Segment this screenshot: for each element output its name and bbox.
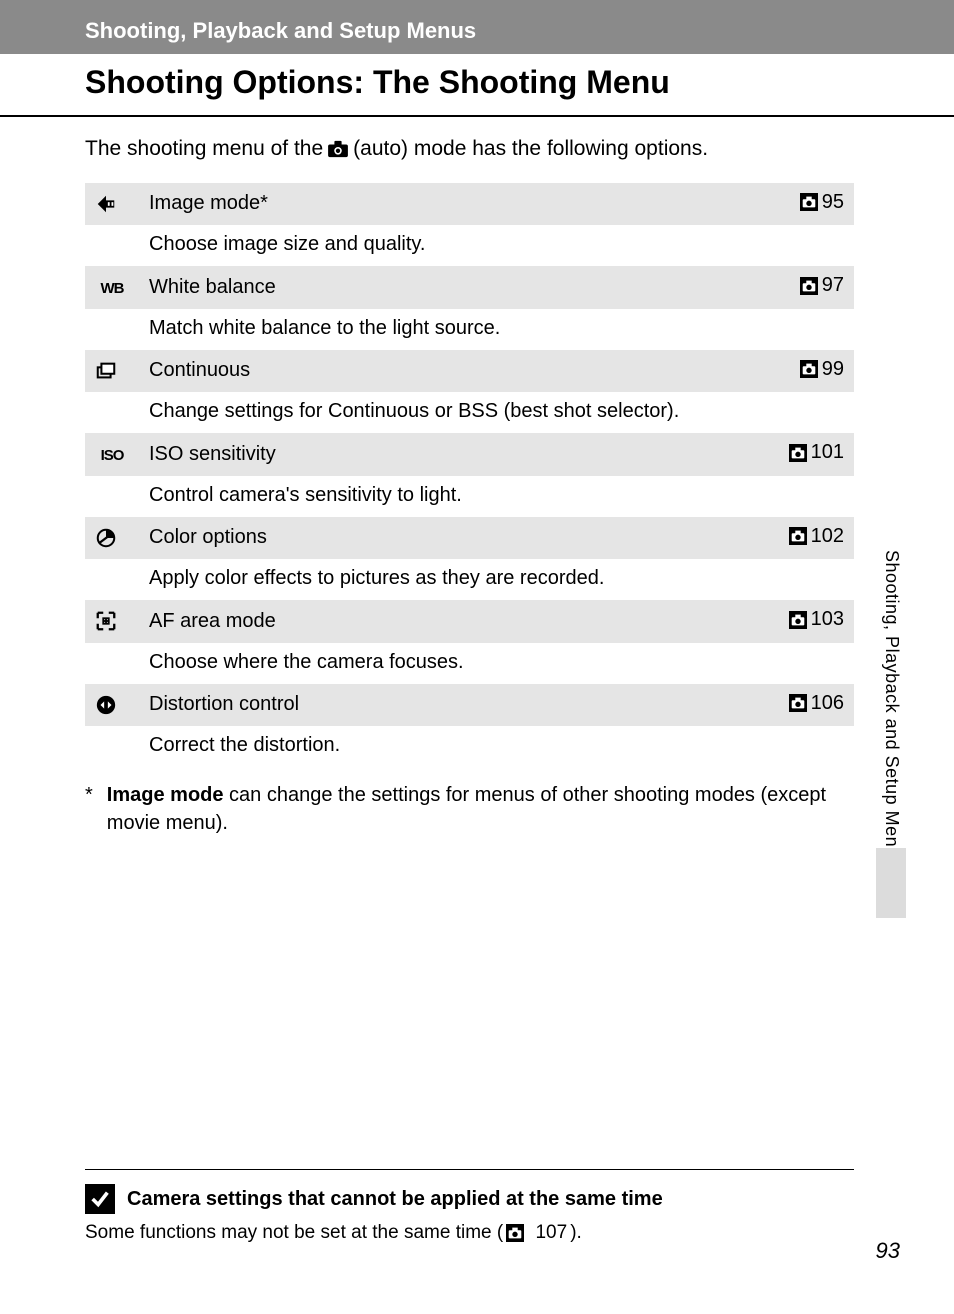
option-row: ISOISO sensitivity 101 xyxy=(85,433,854,476)
footnote: * Image mode can change the settings for… xyxy=(85,781,854,837)
note-before: Some functions may not be set at the sam… xyxy=(85,1222,503,1244)
page-title: Shooting Options: The Shooting Menu xyxy=(0,54,954,117)
continuous-icon xyxy=(85,350,139,393)
option-page: 106 xyxy=(811,692,844,715)
option-label: White balance xyxy=(139,266,764,309)
option-page-ref: 106 xyxy=(764,684,854,727)
option-label: Continuous xyxy=(139,350,764,393)
page-ref-icon xyxy=(789,694,807,712)
option-desc: Match white balance to the light source. xyxy=(139,309,854,350)
option-desc-row: Control camera's sensitivity to light. xyxy=(85,476,854,517)
intro-text: The shooting menu of the (auto) mode has… xyxy=(85,133,854,165)
option-desc-row: Apply color effects to pictures as they … xyxy=(85,559,854,600)
option-page-ref: 102 xyxy=(764,517,854,560)
header-band: Shooting, Playback and Setup Menus Shoot… xyxy=(0,0,954,117)
footnote-marker: * xyxy=(85,781,93,837)
intro-before: The shooting menu of the xyxy=(85,133,323,165)
option-desc-row: Choose where the camera focuses. xyxy=(85,643,854,684)
note-body: Some functions may not be set at the sam… xyxy=(85,1222,854,1244)
note-page: 107 xyxy=(535,1222,567,1244)
note-after: ). xyxy=(570,1222,582,1244)
image-mode-icon xyxy=(85,183,139,226)
option-label: AF area mode xyxy=(139,600,764,643)
page-ref-icon xyxy=(800,277,818,295)
page-ref-icon xyxy=(789,444,807,462)
option-row: WBWhite balance 97 xyxy=(85,266,854,309)
option-row: Continuous 99 xyxy=(85,350,854,393)
camera-icon xyxy=(327,140,349,158)
page-number: 93 xyxy=(876,1238,900,1264)
option-desc-row: Change settings for Continuous or BSS (b… xyxy=(85,392,854,433)
option-page-ref: 95 xyxy=(764,183,854,226)
option-page: 97 xyxy=(822,274,844,297)
option-desc: Control camera's sensitivity to light. xyxy=(139,476,854,517)
page-ref-icon xyxy=(789,527,807,545)
footnote-text: Image mode can change the settings for m… xyxy=(107,781,854,837)
option-label: ISO sensitivity xyxy=(139,433,764,476)
option-page: 103 xyxy=(811,608,844,631)
intro-after: (auto) mode has the following options. xyxy=(353,133,708,165)
side-thumb-tab xyxy=(876,848,906,918)
check-icon xyxy=(85,1184,115,1214)
side-tab: Shooting, Playback and Setup Menus xyxy=(881,550,902,867)
option-row: Image mode* 95 xyxy=(85,183,854,226)
note-box: Camera settings that cannot be applied a… xyxy=(85,1169,854,1244)
wb-icon: WB xyxy=(85,266,139,309)
page-ref-icon xyxy=(800,193,818,211)
option-page-ref: 103 xyxy=(764,600,854,643)
options-table: Image mode* 95Choose image size and qual… xyxy=(85,183,854,768)
option-label: Distortion control xyxy=(139,684,764,727)
option-page-ref: 97 xyxy=(764,266,854,309)
option-page: 99 xyxy=(822,358,844,381)
option-desc: Choose where the camera focuses. xyxy=(139,643,854,684)
option-desc: Apply color effects to pictures as they … xyxy=(139,559,854,600)
option-page: 102 xyxy=(811,525,844,548)
option-desc: Change settings for Continuous or BSS (b… xyxy=(139,392,854,433)
breadcrumb: Shooting, Playback and Setup Menus xyxy=(0,18,954,54)
distortion-icon xyxy=(85,684,139,727)
option-row: Color options 102 xyxy=(85,517,854,560)
iso-icon: ISO xyxy=(85,433,139,476)
option-desc: Correct the distortion. xyxy=(139,726,854,767)
note-title: Camera settings that cannot be applied a… xyxy=(127,1188,663,1211)
option-desc-row: Correct the distortion. xyxy=(85,726,854,767)
option-page: 101 xyxy=(811,441,844,464)
option-desc-row: Match white balance to the light source. xyxy=(85,309,854,350)
option-desc-row: Choose image size and quality. xyxy=(85,225,854,266)
option-label: Color options xyxy=(139,517,764,560)
af-area-icon xyxy=(85,600,139,643)
option-page-ref: 101 xyxy=(764,433,854,476)
page-ref-icon xyxy=(789,611,807,629)
page-ref-icon xyxy=(800,360,818,378)
page-ref-icon xyxy=(506,1224,524,1242)
option-page-ref: 99 xyxy=(764,350,854,393)
option-row: Distortion control 106 xyxy=(85,684,854,727)
option-desc: Choose image size and quality. xyxy=(139,225,854,266)
option-label: Image mode* xyxy=(139,183,764,226)
color-icon xyxy=(85,517,139,560)
footnote-bold: Image mode xyxy=(107,784,224,806)
option-page: 95 xyxy=(822,191,844,214)
option-row: AF area mode 103 xyxy=(85,600,854,643)
